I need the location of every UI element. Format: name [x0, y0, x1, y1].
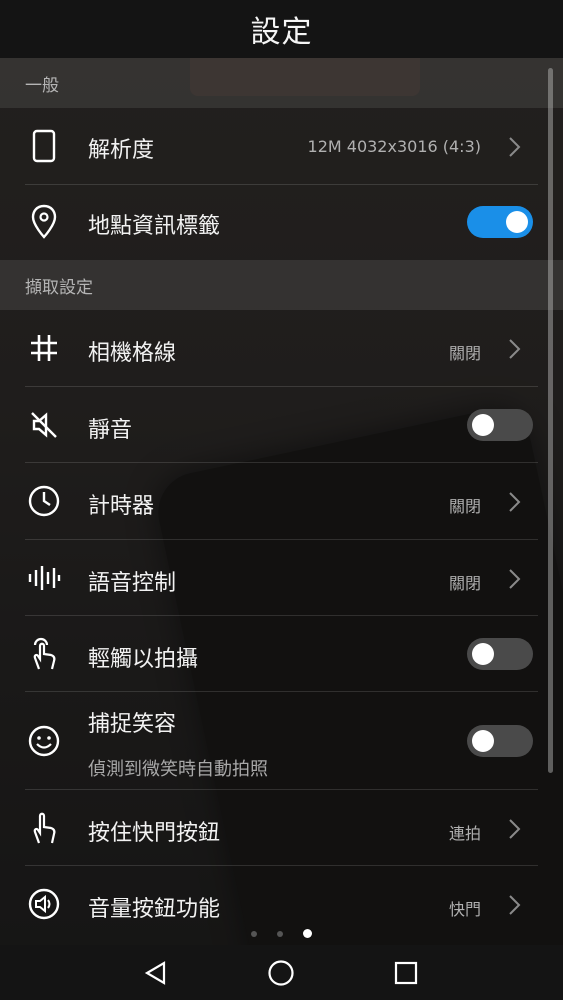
setting-value: 連拍	[448, 824, 481, 843]
recents-square-icon	[394, 961, 418, 985]
recents-button[interactable]	[390, 957, 422, 989]
setting-value: 關閉	[448, 574, 481, 593]
toggle-knob	[506, 211, 528, 233]
phone-outline-icon	[25, 127, 63, 165]
toggle-knob	[472, 643, 494, 665]
setting-label: 相機格線	[88, 341, 177, 366]
setting-smile-capture[interactable]: 捕捉笑容 偵測到微笑時自動拍照	[0, 692, 563, 790]
setting-value: 快門	[448, 900, 481, 919]
setting-value: 12M 4032x3016 (4:3)	[307, 137, 481, 156]
setting-location-tag[interactable]: 地點資訊標籤	[0, 185, 563, 260]
setting-value: 關閉	[448, 497, 481, 516]
setting-touch-capture[interactable]: 輕觸以拍攝	[0, 616, 563, 692]
setting-label: 輕觸以拍攝	[88, 647, 199, 672]
setting-label: 地點資訊標籤	[88, 214, 221, 239]
voice-wave-icon	[25, 559, 63, 597]
system-navigation-bar	[0, 945, 563, 1000]
page-indicator	[0, 928, 563, 940]
home-button[interactable]	[265, 957, 297, 989]
chevron-right-icon	[509, 895, 521, 915]
setting-label: 靜音	[88, 418, 133, 443]
section-header-general: 一般	[0, 58, 563, 108]
setting-label: 音量按鈕功能	[88, 897, 221, 922]
setting-label: 解析度	[88, 138, 155, 163]
setting-value: 關閉	[448, 344, 481, 363]
hand-icon	[25, 809, 63, 847]
setting-voice-control[interactable]: 語音控制 關閉	[0, 540, 563, 616]
location-tag-toggle[interactable]	[467, 206, 533, 238]
chevron-right-icon	[509, 819, 521, 839]
settings-list: 一般 解析度 12M 4032x3016 (4:3) 地點資訊標籤 擷取設定 相…	[0, 58, 563, 948]
setting-label: 按住快門按鈕	[88, 821, 221, 846]
section-header-capture: 擷取設定	[0, 260, 563, 310]
mute-icon	[25, 406, 63, 444]
toggle-knob	[472, 414, 494, 436]
touch-capture-toggle[interactable]	[467, 638, 533, 670]
setting-label: 捕捉笑容	[88, 712, 177, 737]
grid-icon	[25, 329, 63, 367]
chevron-right-icon	[509, 339, 521, 359]
back-triangle-icon	[144, 961, 166, 985]
setting-mute[interactable]: 靜音	[0, 387, 563, 463]
page-title: 設定	[250, 15, 313, 50]
setting-timer[interactable]: 計時器 關閉	[0, 463, 563, 540]
toggle-knob	[472, 730, 494, 752]
smile-capture-toggle[interactable]	[467, 725, 533, 757]
touch-icon	[25, 635, 63, 673]
chevron-right-icon	[509, 569, 521, 589]
clock-icon	[25, 482, 63, 520]
mute-toggle[interactable]	[467, 409, 533, 441]
setting-label: 語音控制	[88, 571, 177, 596]
setting-resolution[interactable]: 解析度 12M 4032x3016 (4:3)	[0, 108, 563, 185]
chevron-right-icon	[509, 492, 521, 512]
section-title: 擷取設定	[25, 277, 93, 298]
setting-grid[interactable]: 相機格線 關閉	[0, 310, 563, 387]
title-bar: 設定	[0, 0, 563, 58]
speaker-icon	[25, 885, 63, 923]
section-title: 一般	[25, 75, 59, 96]
location-pin-icon	[25, 203, 63, 241]
page-dot[interactable]	[251, 931, 257, 937]
chevron-right-icon	[509, 137, 521, 157]
back-button[interactable]	[140, 957, 172, 989]
setting-description: 偵測到微笑時自動拍照	[88, 759, 268, 780]
scrollbar[interactable]	[548, 68, 553, 773]
page-dot[interactable]	[277, 931, 283, 937]
setting-label: 計時器	[88, 494, 155, 519]
smile-icon	[25, 722, 63, 760]
setting-hold-shutter[interactable]: 按住快門按鈕 連拍	[0, 790, 563, 866]
page-dot-active[interactable]	[303, 929, 312, 938]
home-circle-icon	[268, 960, 294, 986]
